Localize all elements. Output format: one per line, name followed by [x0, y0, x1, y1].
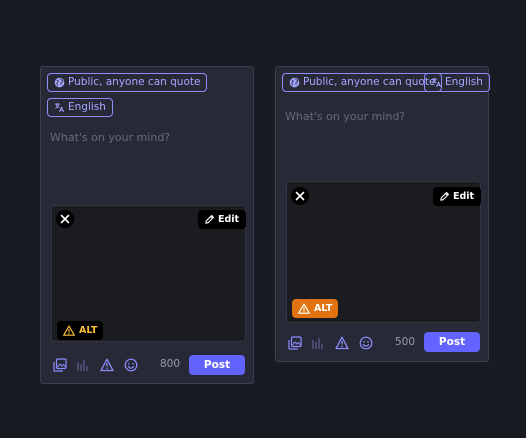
edit-label: Edit — [453, 191, 475, 202]
emoji-icon[interactable] — [124, 358, 138, 372]
content-warning-icon[interactable] — [100, 358, 114, 372]
warning-icon — [298, 303, 310, 314]
emoji-icon[interactable] — [359, 336, 373, 350]
character-counter: 500 — [394, 336, 415, 348]
visibility-dropdown[interactable]: Public, anyone can quote — [47, 73, 208, 92]
media-attachment: Edit ALT — [51, 205, 247, 342]
translate-icon — [431, 77, 442, 88]
composer-2: Public, anyone can quote English What's … — [275, 66, 490, 362]
media-attachment: Edit ALT — [286, 181, 482, 323]
edit-media-button[interactable]: Edit — [433, 187, 482, 206]
remove-media-button[interactable] — [56, 210, 74, 228]
alt-text-button[interactable]: ALT — [57, 321, 104, 340]
edit-media-button[interactable]: Edit — [198, 210, 247, 229]
language-label: English — [68, 101, 106, 113]
alt-label: ALT — [79, 325, 98, 336]
composer-1: Public, anyone can quote English What's … — [40, 66, 254, 384]
edit-label: Edit — [218, 214, 240, 225]
character-counter: 800 — [159, 358, 180, 370]
language-label: English — [445, 76, 483, 88]
content-warning-icon[interactable] — [335, 336, 349, 350]
post-button[interactable]: Post — [189, 355, 245, 375]
close-icon — [60, 214, 70, 224]
visibility-label: Public, anyone can quote — [303, 76, 436, 88]
post-text-input[interactable]: What's on your mind? — [285, 110, 405, 123]
alt-text-button[interactable]: ALT — [292, 299, 339, 318]
globe-icon — [289, 77, 300, 88]
poll-icon[interactable] — [76, 358, 90, 372]
pencil-icon — [439, 191, 450, 202]
warning-icon — [63, 325, 75, 336]
globe-icon — [54, 77, 65, 88]
remove-media-button[interactable] — [291, 187, 309, 205]
visibility-dropdown[interactable]: Public, anyone can quote — [282, 73, 443, 92]
close-icon — [295, 191, 305, 201]
language-dropdown[interactable]: English — [47, 98, 113, 117]
post-text-input[interactable]: What's on your mind? — [50, 131, 170, 144]
visibility-label: Public, anyone can quote — [68, 76, 201, 88]
pencil-icon — [204, 214, 215, 225]
poll-icon[interactable] — [311, 336, 325, 350]
language-dropdown[interactable]: English — [424, 73, 490, 92]
translate-icon — [54, 102, 65, 113]
alt-label: ALT — [314, 303, 333, 314]
post-button[interactable]: Post — [424, 332, 480, 352]
media-icon[interactable] — [53, 358, 67, 372]
media-icon[interactable] — [288, 336, 302, 350]
